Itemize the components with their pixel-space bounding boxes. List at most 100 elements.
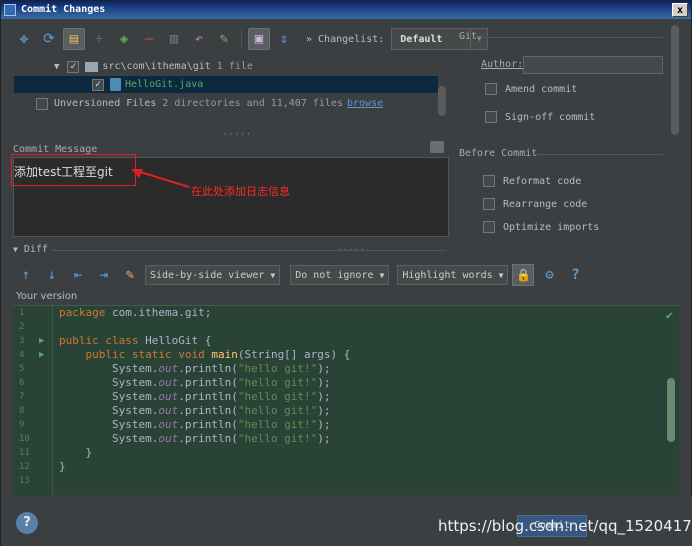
prev-diff-icon[interactable]: ↑ [15,264,37,286]
rearrange-option[interactable]: Rearrange code [483,198,587,210]
run-gutter-icon[interactable]: ▶ [39,336,44,346]
optimize-checkbox[interactable] [483,221,495,233]
reformat-option[interactable]: Reformat code [483,175,581,187]
add-icon[interactable]: + [88,28,110,50]
signoff-option[interactable]: Sign-off commit [485,111,595,123]
chevron-down-icon: ▼ [270,270,276,280]
line-gutter: 1 2 3 4 5 6 7 8 9 10 11 12 13 ▶ ▶ [13,306,53,496]
line-number: 1 [19,308,25,318]
line-number: 2 [19,322,25,332]
browse-link[interactable]: browse [347,98,383,109]
folder-path: src\com\ithema\git [102,61,211,72]
splitter-handle[interactable]: ,,,,, [223,127,252,136]
remove-icon[interactable]: — [138,28,160,50]
code-line: System.out.println("hello git!"); [59,432,331,445]
next-file-icon[interactable]: ⇥ [93,264,115,286]
expand-icon[interactable]: ⇕ [273,28,295,50]
tree-file-row[interactable]: ✓ HelloGit.java [14,76,438,93]
move-icon[interactable]: ◈ [113,28,135,50]
help-button[interactable]: ? [16,512,38,534]
tree-unversioned-row[interactable]: Unversioned Files 2 directories and 11,4… [36,95,383,112]
next-diff-icon[interactable]: ↓ [41,264,63,286]
viewer-select[interactable]: Side-by-side viewer ▼ [145,265,281,285]
amend-label: Amend commit [505,83,578,95]
unversioned-info: 2 directories and 11,407 files [162,98,343,109]
collapse-arrow-icon[interactable]: ▼ [13,245,18,254]
run-gutter-icon[interactable]: ▶ [39,350,44,360]
expand-arrow-icon[interactable]: ▼ [54,62,59,72]
file-checkbox[interactable]: ✓ [92,78,104,91]
git-title: Git [459,31,478,42]
line-number: 13 [19,476,30,486]
code-line: public static void main(String[] args) { [59,348,351,361]
watermark-text: https://blog.csdn.net/qq_15204179 [438,517,692,535]
line-number: 3 [19,336,25,346]
history-icon[interactable] [430,141,444,153]
app-icon [4,4,16,16]
reformat-checkbox[interactable] [483,175,495,187]
your-version-label: Your version [16,291,78,302]
lock-icon[interactable]: 🔒 [512,264,535,286]
folder-icon [85,61,99,72]
close-button[interactable]: x [672,3,688,17]
changes-toolbar: ✥ ⟳ ▤ + ◈ — ▥ ↶ ✎ ▣ ⇕ » Changelist: Defa… [13,25,489,53]
rearrange-checkbox[interactable] [483,198,495,210]
options-scrollbar[interactable] [671,25,679,135]
annotation-arrow-icon [131,169,190,188]
reformat-label: Reformat code [503,175,582,187]
optimize-option[interactable]: Optimize imports [483,221,599,233]
amend-commit-option[interactable]: Amend commit [485,83,577,95]
code-scrollbar[interactable] [667,378,675,442]
line-number: 4 [19,350,25,360]
viewer-value: Side-by-side viewer [150,269,265,281]
unversioned-label: Unversioned Files [54,98,157,109]
commit-changes-dialog: Commit Changes x ✥ ⟳ ▤ + ◈ — ▥ ↶ ✎ ▣ ⇕ »… [0,0,692,546]
ignore-value: Do not ignore [295,269,374,281]
author-input[interactable] [523,56,663,74]
gear-icon[interactable]: ⚙ [538,264,560,286]
tree-folder-row[interactable]: ▼ ✓ src\com\ithema\git 1 file [54,58,253,75]
code-line: System.out.println("hello git!"); [59,376,331,389]
folder-checkbox[interactable]: ✓ [67,60,80,73]
optimize-label: Optimize imports [503,221,600,233]
author-label: Author: [481,59,524,70]
refresh-icon[interactable]: ⟳ [38,28,60,50]
edit-source-icon[interactable]: ✎ [119,264,141,286]
code-viewer[interactable]: 1 2 3 4 5 6 7 8 9 10 11 12 13 ▶ ▶ packag… [13,305,679,496]
annotation-text: 在此处添加日志信息 [191,185,290,198]
annotation-box [11,154,136,186]
signoff-checkbox[interactable] [485,111,497,123]
amend-checkbox[interactable] [485,83,497,95]
changelist-label: » Changelist: [306,33,385,45]
diff-header[interactable]: ▼ Diff [13,244,48,255]
code-line: System.out.println("hello git!"); [59,418,331,431]
dialog-footer: ? Commit https://blog.csdn.net/qq_152041… [1,497,692,546]
highlight-value: Highlight words [402,269,493,281]
line-number: 8 [19,406,25,416]
code-line: package com.ithema.git; [59,306,212,319]
preview-icon[interactable]: ▣ [248,28,270,50]
code-line: } [59,460,66,473]
highlight-select[interactable]: Highlight words ▼ [397,265,509,285]
edit-icon[interactable]: ✎ [213,28,235,50]
rearrange-label: Rearrange code [503,198,588,210]
diff-icon[interactable]: ▥ [163,28,185,50]
unversioned-checkbox[interactable] [36,97,48,110]
before-commit-title: Before Commit [459,148,538,159]
help-icon[interactable]: ? [564,264,586,286]
title-bar: Commit Changes x [1,1,691,19]
code-line: System.out.println("hello git!"); [59,362,331,375]
sync-arrows-icon[interactable]: ✥ [13,28,35,50]
line-number: 10 [19,434,30,444]
ignore-select[interactable]: Do not ignore ▼ [290,265,390,285]
code-line: } [59,446,93,459]
tree-scrollbar[interactable] [438,86,446,116]
chevron-down-icon: ▼ [379,270,385,280]
line-number: 12 [19,462,30,472]
line-number: 6 [19,378,25,388]
group-icon[interactable]: ▤ [63,28,85,50]
git-options-panel: Git Author: Amend commit Sign-off commit… [453,25,671,245]
revert-icon[interactable]: ↶ [188,28,210,50]
prev-file-icon[interactable]: ⇤ [67,264,89,286]
line-number: 7 [19,392,25,402]
